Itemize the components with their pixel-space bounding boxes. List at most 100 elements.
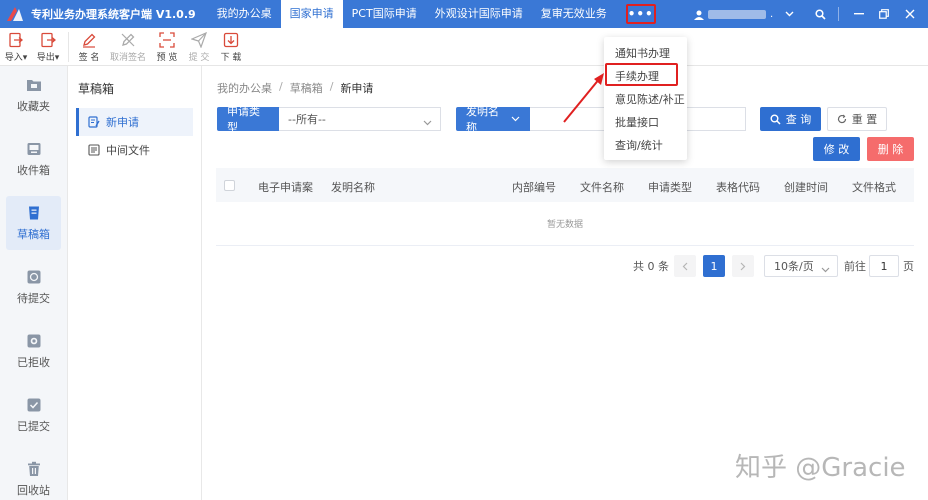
page-size-select[interactable]: 10条/页	[764, 255, 838, 277]
edit-doc-icon	[88, 116, 100, 128]
user-menu[interactable]: .	[694, 0, 794, 28]
goto-suffix: 页	[903, 260, 914, 273]
search-button-label: 查 询	[785, 113, 812, 126]
page-number-button[interactable]: 1	[703, 255, 725, 277]
sign-pen-icon	[83, 33, 96, 48]
sidebar-item-rejected[interactable]: 已拒收	[6, 324, 61, 378]
select-all-checkbox[interactable]	[224, 180, 235, 191]
submit-button[interactable]: 提 交	[183, 28, 215, 66]
column-header[interactable]: 电子申请案	[258, 179, 313, 195]
page-size-value: 10条/页	[774, 260, 814, 273]
close-icon[interactable]	[896, 0, 924, 28]
chevron-down-icon	[785, 9, 794, 20]
sidebar-item-drafts[interactable]: 草稿箱	[6, 196, 61, 250]
chevron-right-icon	[740, 262, 746, 270]
menu-item-batch-interface[interactable]: 批量接口	[604, 110, 687, 133]
submit-label: 提 交	[188, 53, 210, 63]
column-header[interactable]: 发明名称	[331, 179, 375, 195]
tab-design-international[interactable]: 外观设计国际申请	[426, 0, 532, 28]
chevron-down-icon	[821, 263, 830, 276]
breadcrumb-separator: /	[329, 80, 334, 93]
user-icon	[694, 9, 704, 20]
search-icon	[770, 114, 781, 125]
application-type-select[interactable]: --所有--	[279, 107, 441, 131]
delete-button[interactable]: 删 除	[867, 137, 914, 161]
sidebar-item-inbox[interactable]: 收件箱	[6, 132, 61, 186]
draft-icon	[28, 206, 39, 219]
pending-icon	[27, 270, 40, 283]
column-header[interactable]: 创建时间	[784, 179, 828, 195]
sign-label: 签 名	[78, 53, 100, 63]
menu-item-procedure-handling[interactable]: 手续办理	[604, 64, 687, 87]
export-button[interactable]: 导出▾	[32, 28, 64, 66]
more-menu-button[interactable]: •••	[625, 4, 656, 24]
table-empty-state: 暂无数据	[216, 202, 914, 246]
breadcrumb: 我的办公桌 / 草稿箱 / 新申请	[217, 80, 373, 96]
sidebar-item-recycle-bin[interactable]: 回收站	[6, 452, 61, 500]
download-button[interactable]: 下 载	[215, 28, 247, 66]
subnav-item-intermediate-files[interactable]: 中间文件	[76, 136, 193, 164]
search-icon[interactable]	[806, 0, 834, 28]
breadcrumb-current: 新申请	[340, 82, 374, 95]
application-type-value: --所有--	[288, 113, 326, 126]
import-label: 导入▾	[4, 53, 28, 63]
column-header[interactable]: 文件格式	[852, 179, 896, 195]
user-name-redacted	[708, 9, 766, 19]
sidebar-item-submitted[interactable]: 已提交	[6, 388, 61, 442]
application-type-label: 申请类型	[217, 105, 279, 134]
submitted-icon	[27, 398, 40, 411]
pagination-total: 共 0 条	[633, 260, 669, 273]
download-icon	[223, 32, 239, 48]
cancel-sign-button[interactable]: 取消签名	[105, 28, 151, 66]
subnav-title: 草稿箱	[78, 82, 115, 96]
tab-national-application[interactable]: 国家申请	[280, 0, 343, 28]
preview-icon	[159, 32, 175, 48]
sidebar-item-favorites[interactable]: 收藏夹	[6, 68, 61, 122]
column-header[interactable]: 文件名称	[580, 179, 624, 195]
chevron-down-icon	[511, 116, 520, 122]
title-bar: 专利业务办理系统客户端 V1.0.9 我的办公桌 国家申请 PCT国际申请 外观…	[0, 0, 928, 28]
app-logo-icon	[5, 5, 25, 23]
minimize-icon[interactable]	[845, 0, 873, 28]
column-header[interactable]: 申请类型	[648, 179, 692, 195]
import-button[interactable]: 导入▾	[0, 28, 32, 66]
prev-page-button[interactable]	[674, 255, 696, 277]
import-icon	[9, 32, 24, 48]
edit-button[interactable]: 修 改	[813, 137, 860, 161]
preview-button[interactable]: 预 览	[151, 28, 183, 66]
subnav-item-label: 中间文件	[106, 144, 150, 157]
tab-pct-application[interactable]: PCT国际申请	[343, 0, 426, 28]
menu-item-notice-handling[interactable]: 通知书办理	[604, 41, 687, 64]
menu-item-query-statistics[interactable]: 查询/统计	[604, 133, 687, 156]
next-page-button[interactable]	[732, 255, 754, 277]
restore-icon[interactable]	[870, 0, 898, 28]
goto-page-input[interactable]: 1	[869, 255, 899, 277]
sign-button[interactable]: 签 名	[73, 28, 105, 66]
column-header[interactable]: 内部编号	[512, 179, 556, 195]
column-header[interactable]: 表格代码	[716, 179, 760, 195]
export-label: 导出▾	[36, 53, 60, 63]
reset-button[interactable]: 重 置	[827, 107, 887, 131]
subnav-item-label: 新申请	[106, 116, 139, 129]
subnav-item-new-application[interactable]: 新申请	[76, 108, 193, 136]
sidebar-item-label: 回收站	[17, 483, 50, 497]
user-dot: .	[770, 8, 774, 20]
download-label: 下 载	[220, 53, 242, 63]
sidebar-item-label: 已拒收	[17, 355, 50, 369]
table-header: 电子申请案 发明名称 内部编号 文件名称 申请类型 表格代码 创建时间 文件格式	[216, 168, 914, 202]
send-icon	[191, 32, 207, 48]
chevron-left-icon	[682, 262, 688, 270]
invention-name-field-select[interactable]: 发明名称	[456, 105, 530, 134]
menu-item-opinion-correction[interactable]: 意见陈述/补正	[604, 87, 687, 110]
breadcrumb-separator: /	[279, 80, 283, 93]
breadcrumb-my-desk[interactable]: 我的办公桌	[217, 80, 272, 96]
secondary-sidebar: 草稿箱 新申请 中间文件	[68, 66, 202, 500]
tab-review-invalidation[interactable]: 复审无效业务	[532, 0, 616, 28]
tab-my-desk[interactable]: 我的办公桌	[208, 0, 281, 28]
sidebar-item-label: 草稿箱	[17, 227, 50, 241]
search-button[interactable]: 查 询	[760, 107, 821, 131]
file-icon	[88, 144, 100, 156]
sidebar-item-pending[interactable]: 待提交	[6, 260, 61, 314]
breadcrumb-drafts[interactable]: 草稿箱	[290, 80, 323, 96]
inbox-icon	[27, 142, 40, 155]
